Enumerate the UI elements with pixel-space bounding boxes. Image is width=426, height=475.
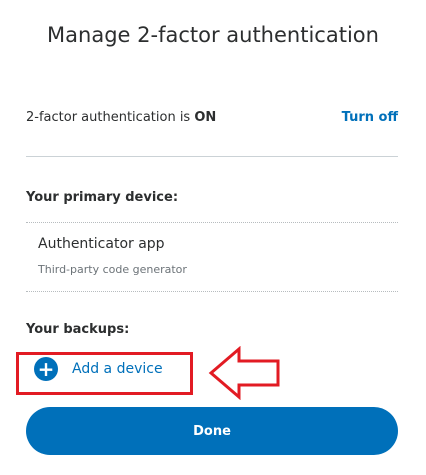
page-title: Manage 2-factor authentication [47,23,379,47]
status-prefix: 2-factor authentication is [26,109,195,125]
divider [26,156,398,157]
backups-heading: Your backups: [26,322,130,337]
done-button[interactable]: Done [26,407,398,455]
primary-device-heading: Your primary device: [26,190,179,205]
primary-device-name: Authenticator app [38,236,165,252]
divider [26,291,398,292]
primary-device-description: Third-party code generator [38,263,187,276]
annotation-highlight-box [16,352,193,395]
annotation-arrow-icon [208,346,280,400]
two-factor-status-text: 2-factor authentication is ON [26,110,216,125]
status-state: ON [194,109,217,125]
divider [26,222,398,223]
turn-off-link[interactable]: Turn off [342,110,398,125]
two-factor-status-row: 2-factor authentication is ON Turn off [26,106,398,128]
